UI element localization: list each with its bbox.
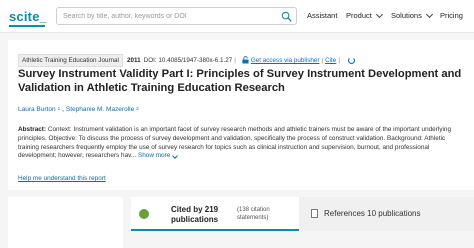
cite-link[interactable]: Cite xyxy=(325,57,336,64)
nav-product[interactable]: Product xyxy=(346,10,383,20)
author-separator: , xyxy=(62,106,64,113)
abstract: Abstract: Context: Instrument validation… xyxy=(18,126,458,161)
nav-assistant[interactable]: Assistant xyxy=(307,11,337,20)
lock-icon xyxy=(242,55,249,63)
doi-text: DOI: 10.4085/1947-380x-6.1.27 xyxy=(143,57,233,64)
tab-references[interactable]: References 10 publications xyxy=(299,197,474,231)
author-link[interactable]: Laura Burton xyxy=(18,106,56,113)
nav-pricing[interactable]: Pricing xyxy=(440,11,463,20)
abstract-text: Context: Instrument validation is an imp… xyxy=(18,126,452,160)
search-input[interactable] xyxy=(63,10,273,23)
journal-chip[interactable]: Athletic Training Education Journal xyxy=(18,54,123,67)
top-navigation-bar: scite_ Assistant Product Solutions Prici… xyxy=(0,0,474,33)
side-panel xyxy=(8,197,123,248)
nav-solutions[interactable]: Solutions xyxy=(391,10,433,20)
paper-card: Athletic Training Education Journal 2011… xyxy=(8,40,474,190)
author-list: Laura Burton 1, Stephanie M. Mazerolle 2 xyxy=(18,106,139,113)
citation-statements-count: (138 citation statements) xyxy=(237,207,270,221)
paper-title: Survey Instrument Validity Part I: Princ… xyxy=(18,68,462,94)
chevron-down-icon xyxy=(172,152,179,159)
search-icon[interactable] xyxy=(281,11,292,22)
nav-assistant-label: Assistant xyxy=(307,11,338,20)
abstract-label: Abstract: xyxy=(18,126,47,133)
document-icon xyxy=(311,209,318,218)
cited-by-count: Cited by 219 publications xyxy=(171,205,219,224)
chevron-down-icon xyxy=(425,10,433,18)
search-box xyxy=(56,7,297,25)
show-more-label: Show more xyxy=(137,152,171,160)
chevron-down-icon xyxy=(375,10,383,18)
author-link[interactable]: Stephanie M. Mazerolle xyxy=(66,106,134,113)
help-understand-link[interactable]: Help me understand this report xyxy=(18,175,106,182)
citation-icon xyxy=(139,209,149,219)
scite-logo[interactable]: scite_ xyxy=(9,9,47,24)
separator: | xyxy=(321,57,324,64)
paper-meta: Athletic Training Education Journal 2011… xyxy=(18,54,355,67)
separator: | xyxy=(234,57,236,64)
nav-product-label: Product xyxy=(346,11,372,20)
references-count: References 10 publications xyxy=(324,209,421,218)
nav-solutions-label: Solutions xyxy=(391,11,422,20)
loading-spinner-icon xyxy=(347,57,355,64)
logo-underline xyxy=(9,25,45,27)
get-access-link[interactable]: Get access via publisher xyxy=(251,57,320,64)
author-affiliation-marker: 1 xyxy=(57,106,61,111)
author-affiliation-marker: 2 xyxy=(136,106,139,111)
show-more-button[interactable]: Show more xyxy=(137,152,179,161)
publication-year: 2011 xyxy=(126,57,141,64)
nav-pricing-label: Pricing xyxy=(440,11,463,20)
tab-citations[interactable]: Cited by 219 publications (138 citation … xyxy=(131,197,299,231)
separator: | xyxy=(338,57,340,64)
